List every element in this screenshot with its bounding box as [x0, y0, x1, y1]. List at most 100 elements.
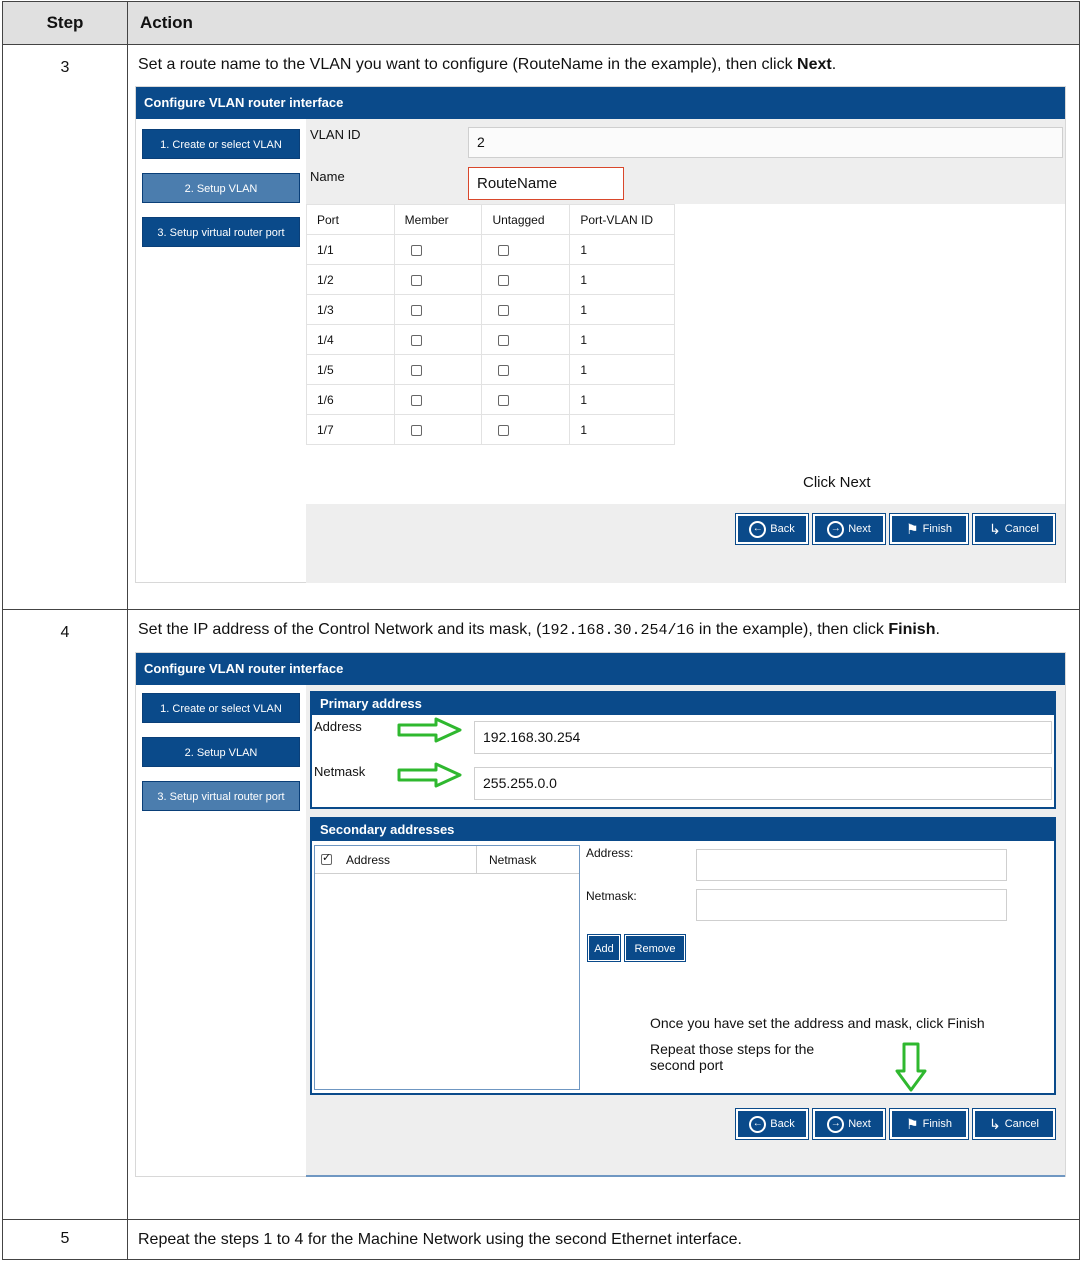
arrow-down-icon: [895, 1042, 927, 1092]
member-cell: [393, 354, 483, 385]
untagged-cell: [481, 264, 571, 295]
finish-button[interactable]: ⚑ Finish: [889, 1108, 969, 1140]
member-cell: [393, 414, 483, 445]
member-checkbox[interactable]: [410, 364, 422, 376]
secondary-address-list[interactable]: ✓ Address Netmask: [314, 845, 580, 1090]
nav-setup-router-port[interactable]: 3. Setup virtual router port: [142, 217, 300, 247]
arrow-right-icon: [397, 717, 462, 743]
sec-netmask-input[interactable]: [696, 889, 1007, 921]
member-checkbox[interactable]: [410, 304, 422, 316]
next-button[interactable]: → Next: [812, 1108, 886, 1140]
pvid-cell[interactable]: 1: [569, 324, 675, 355]
nav-create-select-vlan[interactable]: 1. Create or select VLAN: [142, 693, 300, 723]
remove-button[interactable]: Remove: [624, 934, 686, 962]
finish-annotation: Once you have set the address and mask, …: [650, 1015, 985, 1031]
member-checkbox[interactable]: [410, 244, 422, 256]
pvid-cell[interactable]: 1: [569, 264, 675, 295]
repeat-annotation-line2: second port: [650, 1057, 724, 1073]
col-member: Member: [393, 204, 483, 235]
member-checkbox[interactable]: [410, 274, 422, 286]
port-cell: 1/2: [306, 264, 395, 295]
primary-address-input[interactable]: 192.168.30.254: [474, 721, 1052, 754]
address-label: Address: [314, 719, 362, 734]
table-row: 1/4 1: [306, 324, 675, 355]
vlan-id-label: VLAN ID: [310, 127, 361, 142]
next-button[interactable]: → Next: [812, 513, 886, 545]
pvid-cell[interactable]: 1: [569, 384, 675, 415]
panel-bottom-border: [306, 1175, 1065, 1177]
back-button[interactable]: ← Back: [735, 513, 809, 545]
next-label: Next: [848, 523, 871, 535]
arrow-left-icon: ←: [749, 1115, 767, 1133]
nav-setup-vlan[interactable]: 2. Setup VLAN: [142, 173, 300, 203]
cancel-button[interactable]: ↳ Cancel: [972, 513, 1056, 545]
table-row: 1/2 1: [306, 264, 675, 295]
pvid-cell[interactable]: 1: [569, 294, 675, 325]
checkered-flag-icon: ⚑: [906, 520, 919, 537]
untagged-checkbox[interactable]: [498, 394, 510, 406]
back-label: Back: [770, 523, 795, 535]
add-button[interactable]: Add: [587, 934, 621, 962]
primary-address-section: Primary address Address 192.168.30.254 N…: [310, 691, 1056, 809]
check-icon: ✓: [322, 852, 332, 864]
finish-label: Finish: [922, 1118, 952, 1130]
untagged-checkbox[interactable]: [498, 334, 510, 346]
port-area: Port Member Untagged Port-VLAN ID 1/1 1 1…: [306, 204, 1065, 504]
steps-table: Step Action 3 Set a route name to the VL…: [2, 1, 1080, 1260]
arrow-left-icon: ←: [749, 520, 767, 538]
name-input[interactable]: RouteName: [468, 167, 624, 200]
nav-setup-vlan[interactable]: 2. Setup VLAN: [142, 737, 300, 767]
router-port-panel: Configure VLAN router interface 1. Creat…: [135, 652, 1066, 1177]
list-header: ✓ Address Netmask: [315, 845, 579, 874]
member-checkbox[interactable]: [410, 424, 422, 436]
pvid-cell[interactable]: 1: [569, 234, 675, 265]
untagged-checkbox[interactable]: [498, 244, 510, 256]
member-checkbox[interactable]: [410, 334, 422, 346]
pvid-cell[interactable]: 1: [569, 354, 675, 385]
member-cell: [393, 294, 483, 325]
secondary-addresses-section: Secondary addresses ✓ Address Netmask Ad…: [310, 817, 1056, 1095]
port-cell: 1/5: [306, 354, 395, 385]
step-number: 3: [2, 44, 128, 610]
vlan-form: VLAN ID 2 Name RouteName: [306, 119, 1065, 204]
back-button[interactable]: ← Back: [735, 1108, 809, 1140]
untagged-cell: [481, 294, 571, 325]
desc-bold: Next: [797, 56, 832, 73]
desc-text-end: .: [935, 621, 940, 638]
sec-netmask-label: Netmask:: [586, 889, 637, 903]
sec-address-input[interactable]: [696, 849, 1007, 881]
step-row-4: 4 Set the IP address of the Control Netw…: [2, 609, 1080, 1220]
step-description: Repeat the steps 1 to 4 for the Machine …: [138, 1231, 742, 1248]
arrow-right-icon: →: [827, 1115, 845, 1133]
step-number: 4: [2, 609, 128, 1220]
untagged-checkbox[interactable]: [498, 424, 510, 436]
untagged-cell: [481, 414, 571, 445]
nav-setup-router-port[interactable]: 3. Setup virtual router port: [142, 781, 300, 811]
arrow-right-icon: →: [827, 520, 845, 538]
select-all-checkbox[interactable]: ✓: [321, 852, 332, 865]
cancel-label: Cancel: [1004, 523, 1039, 535]
primary-netmask-input[interactable]: 255.255.0.0: [474, 767, 1052, 800]
vlan-id-input[interactable]: 2: [468, 127, 1063, 158]
untagged-checkbox[interactable]: [498, 304, 510, 316]
member-checkbox[interactable]: [410, 394, 422, 406]
table-row: 1/1 1: [306, 234, 675, 265]
vlan-config-panel: Configure VLAN router interface 1. Creat…: [135, 86, 1066, 583]
nav-create-select-vlan[interactable]: 1. Create or select VLAN: [142, 129, 300, 159]
port-table: Port Member Untagged Port-VLAN ID 1/1 1 1…: [306, 204, 675, 445]
secondary-addresses-title: Secondary addresses: [312, 819, 1054, 841]
untagged-checkbox[interactable]: [498, 364, 510, 376]
list-col-address: Address: [346, 852, 391, 867]
finish-button[interactable]: ⚑ Finish: [889, 513, 969, 545]
untagged-checkbox[interactable]: [498, 274, 510, 286]
pvid-cell[interactable]: 1: [569, 414, 675, 445]
port-cell: 1/3: [306, 294, 395, 325]
desc-text-mid: in the example), then click: [694, 621, 889, 638]
col-pvid: Port-VLAN ID: [569, 204, 675, 235]
arrow-right-icon: [397, 762, 462, 788]
cancel-button[interactable]: ↳ Cancel: [972, 1108, 1056, 1140]
netmask-label: Netmask: [314, 764, 366, 779]
finish-label: Finish: [922, 523, 952, 535]
member-cell: [393, 384, 483, 415]
port-cell: 1/6: [306, 384, 395, 415]
